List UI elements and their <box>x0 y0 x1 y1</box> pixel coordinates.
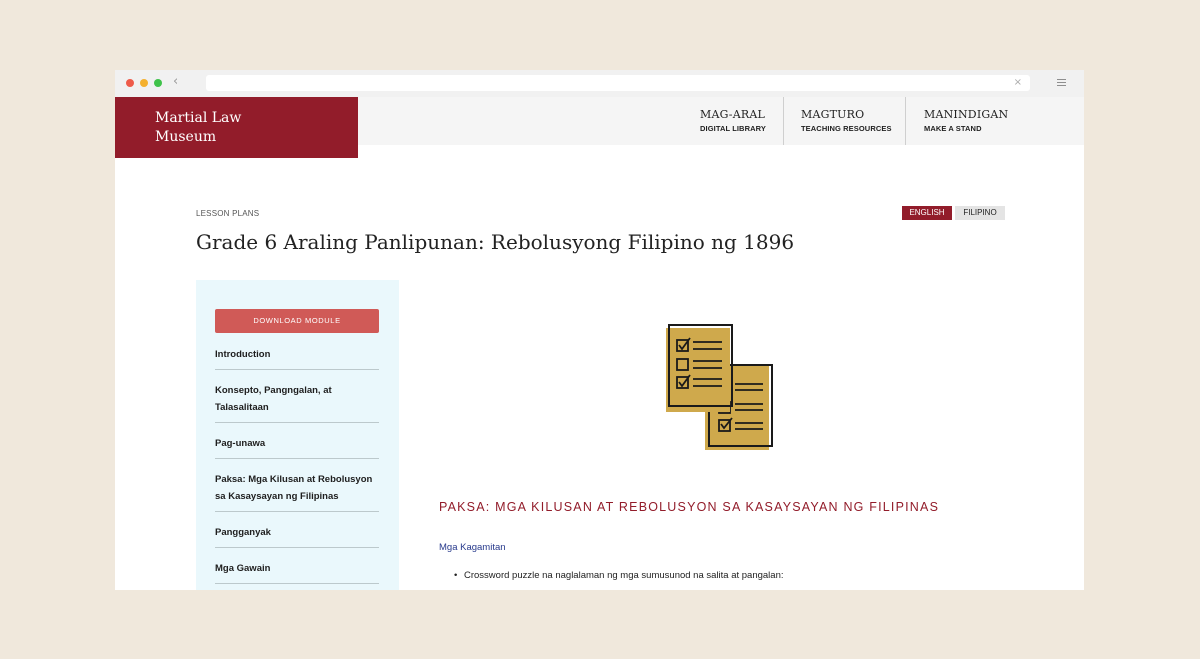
close-window-button[interactable] <box>126 79 134 87</box>
toc-item-introduction[interactable]: Introduction <box>215 346 379 363</box>
breadcrumb[interactable]: LESSON PLANS <box>196 209 259 218</box>
toc-item-mga-gawain[interactable]: Mga Gawain <box>215 560 379 577</box>
hamburger-menu-icon[interactable] <box>1057 79 1066 87</box>
page-title: Grade 6 Araling Panlipunan: Rebolusyong … <box>196 230 795 254</box>
download-module-button[interactable]: DOWNLOAD MODULE <box>215 309 379 333</box>
toc-divider <box>215 422 379 423</box>
logo-line: Museum <box>155 129 217 145</box>
browser-toolbar: ‹ × <box>115 70 1084 97</box>
site-logo[interactable]: Martial Law Museum <box>115 97 358 158</box>
clear-url-icon[interactable]: × <box>1014 76 1022 90</box>
toc-item-pangganyak[interactable]: Pangganyak <box>215 524 379 541</box>
nav-subtitle: TEACHING RESOURCES <box>801 124 892 133</box>
nav-subtitle: DIGITAL LIBRARY <box>700 124 766 133</box>
back-arrow-icon[interactable]: ‹ <box>173 74 178 90</box>
logo-text: Martial Law Museum <box>155 109 335 147</box>
minimize-window-button[interactable] <box>140 79 148 87</box>
nav-title: MANINDIGAN <box>924 108 1009 121</box>
toc-divider <box>215 369 379 370</box>
section-heading: PAKSA: MGA KILUSAN AT REBOLUSYON SA KASA… <box>439 500 940 514</box>
nav-subtitle: MAKE A STAND <box>924 124 982 133</box>
toc-item-konsepto[interactable]: Konsepto, Pangngalan, at Talasalitaan <box>215 382 379 416</box>
list-item: Crossword puzzle na naglalaman ng mga su… <box>454 570 784 581</box>
nav-divider <box>905 97 906 145</box>
logo-line: Martial Law <box>155 110 242 126</box>
toc-item-paksa[interactable]: Paksa: Mga Kilusan at Rebolusyon sa Kasa… <box>215 471 379 505</box>
maximize-window-button[interactable] <box>154 79 162 87</box>
toc-item-pag-unawa[interactable]: Pag-unawa <box>215 435 379 452</box>
nav-divider <box>783 97 784 145</box>
toc-divider <box>215 547 379 548</box>
nav-title: MAGTURO <box>801 108 865 121</box>
nav-manindigan[interactable]: MANINDIGAN MAKE A STAND <box>924 108 1008 133</box>
toc-divider <box>215 583 379 584</box>
toc-divider <box>215 458 379 459</box>
checklist-documents-icon <box>666 324 773 450</box>
browser-window: ‹ × MAG-ARAL DIGITAL LIBRARY MAGTURO TEA… <box>115 70 1084 590</box>
language-english-button[interactable]: ENGLISH <box>902 206 952 220</box>
nav-title: MAG-ARAL <box>700 108 765 121</box>
address-bar[interactable]: × <box>206 75 1030 91</box>
nav-magturo[interactable]: MAGTURO TEACHING RESOURCES <box>801 108 892 133</box>
document-fill <box>666 328 730 412</box>
materials-subheading: Mga Kagamitan <box>439 542 506 553</box>
language-filipino-button[interactable]: FILIPINO <box>955 206 1005 220</box>
lesson-sidebar: DOWNLOAD MODULE Introduction Konsepto, P… <box>196 280 399 590</box>
nav-mag-aral[interactable]: MAG-ARAL DIGITAL LIBRARY <box>700 108 766 133</box>
toc-divider <box>215 511 379 512</box>
